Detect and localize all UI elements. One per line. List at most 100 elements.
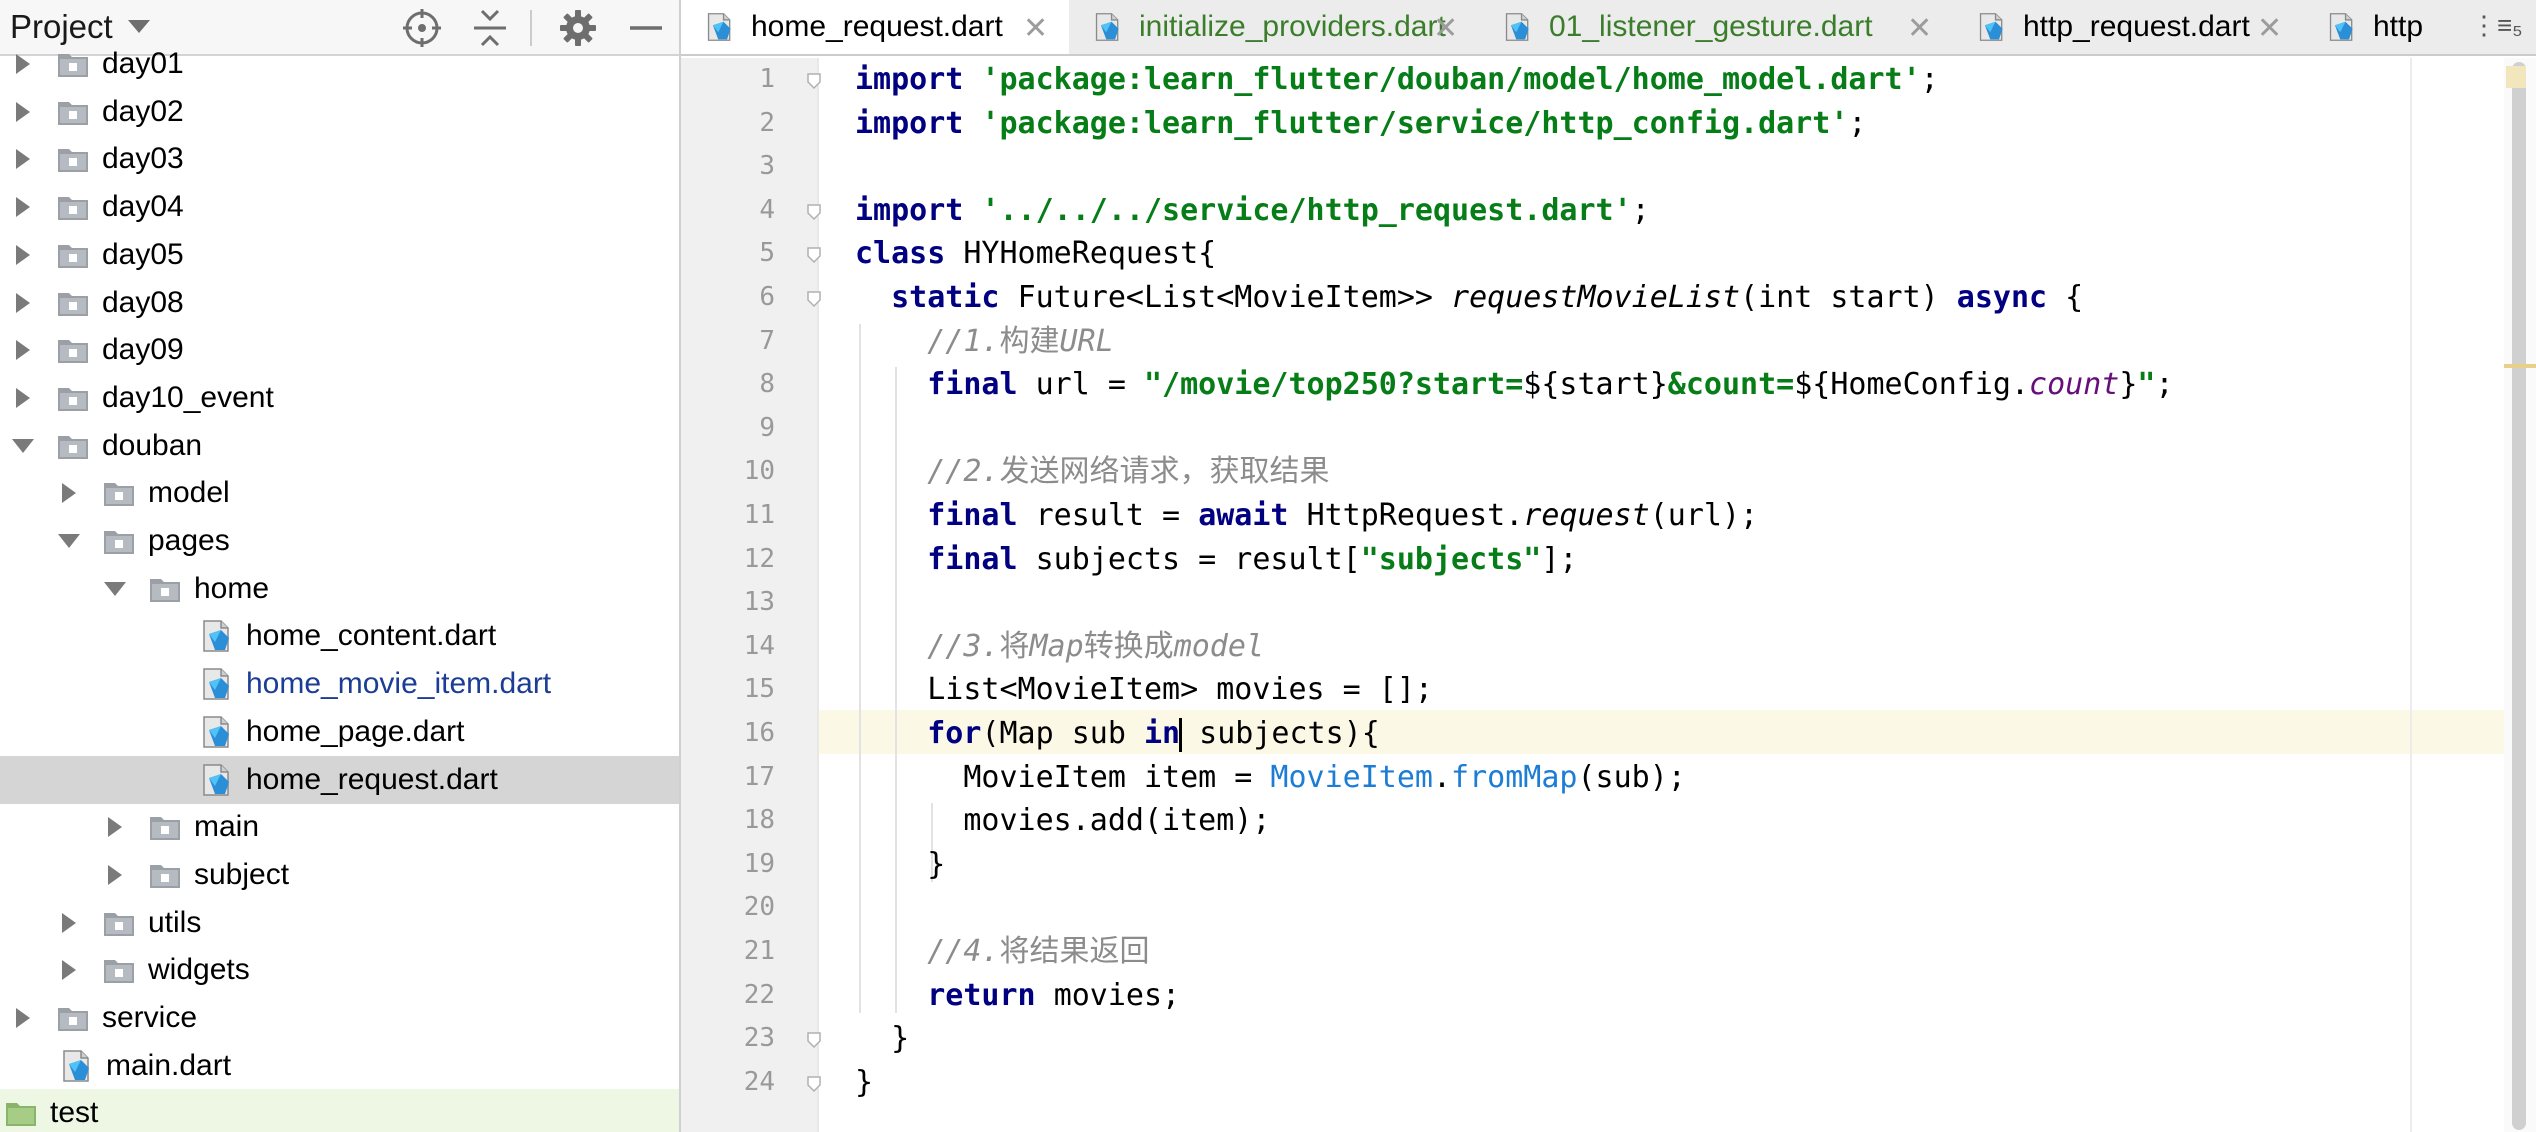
tree-file-item[interactable]: home_movie_item.dart xyxy=(0,660,679,708)
tree-file-item[interactable]: main.dart xyxy=(0,1042,679,1090)
code-token: //4. xyxy=(927,934,1000,969)
code-line[interactable]: } xyxy=(855,1061,873,1105)
code-line[interactable]: //2.发送网络请求，获取结果 xyxy=(855,450,1329,494)
code-area[interactable]: import 'package:learn_flutter/douban/mod… xyxy=(819,58,2536,1132)
code-token: (sub); xyxy=(1577,759,1686,795)
tree-folder-item[interactable]: subject xyxy=(0,851,679,899)
analysis-status-icon[interactable] xyxy=(2506,66,2526,88)
expand-arrow-right-icon[interactable] xyxy=(10,279,34,327)
tree-folder-item[interactable]: day10_event xyxy=(0,374,679,422)
fold-marker-icon[interactable] xyxy=(805,203,823,221)
code-line[interactable]: static Future<List<MovieItem>> requestMo… xyxy=(855,276,2083,320)
fold-marker-icon[interactable] xyxy=(805,290,823,308)
tree-folder-item[interactable]: utils xyxy=(0,899,679,947)
fold-marker-icon[interactable] xyxy=(805,72,823,90)
code-line[interactable]: import '../../../service/http_request.da… xyxy=(855,189,1650,233)
tree-folder-item[interactable]: pages xyxy=(0,517,679,565)
code-line[interactable]: List<MovieItem> movies = []; xyxy=(855,668,1433,712)
tree-folder-item[interactable]: day04 xyxy=(0,183,679,231)
code-line[interactable]: } xyxy=(855,843,945,887)
expand-arrow-right-icon[interactable] xyxy=(10,40,34,88)
code-line[interactable]: class HYHomeRequest{ xyxy=(855,232,1216,276)
tree-folder-item[interactable]: widgets xyxy=(0,946,679,994)
line-number-gutter: 1 2 3 4 5 6 7 8 9 10 11 12 13 14 15 16 17 18 19 20 21 22 23 24 xyxy=(681,58,817,1132)
folder-icon xyxy=(56,143,90,175)
scrollbar-thumb[interactable] xyxy=(2512,62,2526,1130)
project-panel: Project day01 day02 day03 day04 day05 da… xyxy=(0,0,679,1132)
code-line[interactable]: movies.add(item); xyxy=(855,799,1270,843)
line-number: 24 xyxy=(743,1066,775,1097)
expand-arrow-right-icon[interactable] xyxy=(10,88,34,136)
code-line[interactable]: for(Map sub in subjects){ xyxy=(855,712,1380,756)
tab-overflow-button[interactable]: ⋮≡₅ xyxy=(2471,10,2523,41)
tree-folder-item[interactable]: service xyxy=(0,994,679,1042)
code-line[interactable]: import 'package:learn_flutter/douban/mod… xyxy=(855,58,1939,102)
fold-marker-icon[interactable] xyxy=(805,1031,823,1049)
code-line[interactable]: //1.构建URL xyxy=(855,320,1113,364)
fold-marker-icon[interactable] xyxy=(805,246,823,264)
code-line[interactable]: final result = await HttpRequest.request… xyxy=(855,494,1758,538)
fold-marker-icon[interactable] xyxy=(805,1075,823,1093)
code-token: final xyxy=(927,541,1036,577)
tree-file-item[interactable]: home_request.dart xyxy=(0,755,679,804)
tree-folder-item[interactable]: day01 xyxy=(0,40,679,88)
code-token: subjects){ xyxy=(1181,716,1380,751)
expand-arrow-right-icon[interactable] xyxy=(56,946,80,994)
code-line[interactable]: final url = "/movie/top250?start=${start… xyxy=(855,363,2173,407)
close-tab-icon[interactable]: ✕ xyxy=(1433,11,1458,46)
code-token: &count= xyxy=(1667,367,1795,403)
tree-folder-item[interactable]: home xyxy=(0,565,679,613)
chevron-down-icon[interactable] xyxy=(128,20,150,33)
dart-file-icon xyxy=(1503,10,1533,44)
editor-tab[interactable]: home_request.dart ✕ xyxy=(681,0,1069,54)
code-line[interactable]: return movies; xyxy=(855,974,1180,1018)
tree-folder-item[interactable]: day09 xyxy=(0,326,679,374)
expand-arrow-down-icon[interactable] xyxy=(102,565,126,613)
folder-icon xyxy=(56,239,90,271)
editor-tab[interactable]: http_request.dart ✕ xyxy=(1953,0,2303,54)
editor-tab[interactable]: initialize_providers.dart ✕ xyxy=(1069,0,1479,54)
code-token: model xyxy=(1173,628,1264,664)
expand-arrow-right-icon[interactable] xyxy=(10,326,34,374)
expand-arrow-right-icon[interactable] xyxy=(102,803,126,851)
expand-arrow-right-icon[interactable] xyxy=(10,994,34,1042)
code-line[interactable]: } xyxy=(855,1017,909,1061)
tree-folder-item[interactable]: day02 xyxy=(0,88,679,136)
scrollbar-marker[interactable] xyxy=(2504,364,2536,368)
tree-folder-item[interactable]: day05 xyxy=(0,231,679,279)
code-line[interactable]: //3.将Map转换成model xyxy=(855,625,1264,669)
tree-folder-item[interactable]: model xyxy=(0,469,679,517)
tree-folder-item[interactable]: main xyxy=(0,803,679,851)
expand-arrow-down-icon[interactable] xyxy=(56,517,80,565)
expand-arrow-down-icon[interactable] xyxy=(10,422,34,470)
code-line[interactable]: final subjects = result["subjects"]; xyxy=(855,538,1577,582)
tree-folder-item[interactable]: day03 xyxy=(0,135,679,183)
expand-arrow-right-icon[interactable] xyxy=(102,851,126,899)
code-token: final xyxy=(927,498,1036,533)
editor-tab[interactable]: http xyxy=(2303,0,2471,54)
code-line[interactable]: import 'package:learn_flutter/service/ht… xyxy=(855,102,1866,146)
expand-arrow-right-icon[interactable] xyxy=(10,231,34,279)
expand-arrow-right-icon[interactable] xyxy=(10,135,34,183)
close-tab-icon[interactable]: ✕ xyxy=(1023,11,1048,46)
tree-folder-item[interactable]: test xyxy=(0,1089,679,1132)
code-line[interactable]: //4.将结果返回 xyxy=(855,930,1149,974)
expand-arrow-right-icon[interactable] xyxy=(56,899,80,947)
tree-file-item[interactable]: home_content.dart xyxy=(0,612,679,660)
expand-arrow-right-icon[interactable] xyxy=(10,183,34,231)
code-token: url = xyxy=(1035,367,1144,403)
code-line[interactable]: MovieItem item = MovieItem.fromMap(sub); xyxy=(855,756,1686,800)
tree-item-label: home_page.dart xyxy=(246,714,465,748)
close-tab-icon[interactable]: ✕ xyxy=(1907,11,1932,46)
tree-folder-item[interactable]: day08 xyxy=(0,279,679,327)
expand-arrow-right-icon[interactable] xyxy=(10,374,34,422)
vertical-scrollbar[interactable] xyxy=(2504,58,2536,1132)
editor-tab[interactable]: 01_listener_gesture.dart ✕ xyxy=(1479,0,1953,54)
tree-folder-item[interactable]: douban xyxy=(0,422,679,470)
expand-arrow-right-icon[interactable] xyxy=(56,469,80,517)
folder-icon xyxy=(148,573,182,605)
line-number: 5 xyxy=(759,238,775,269)
tree-file-item[interactable]: home_page.dart xyxy=(0,708,679,756)
close-tab-icon[interactable]: ✕ xyxy=(2257,11,2282,46)
